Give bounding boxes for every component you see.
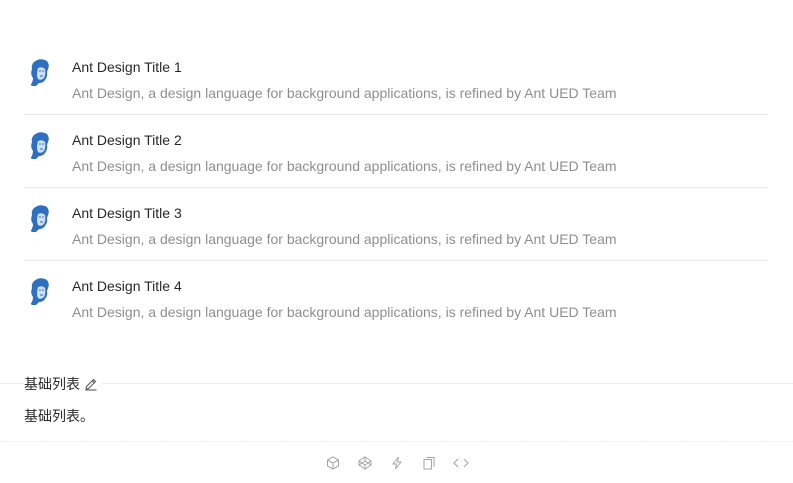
avatar bbox=[24, 56, 56, 88]
list-item: Ant Design Title 4 Ant Design, a design … bbox=[24, 261, 768, 334]
list-item-description: Ant Design, a design language for backgr… bbox=[72, 231, 617, 247]
thunderbolt-icon[interactable] bbox=[388, 454, 406, 472]
list-item: Ant Design Title 3 Ant Design, a design … bbox=[24, 188, 768, 261]
list-item-description: Ant Design, a design language for backgr… bbox=[72, 158, 617, 174]
codepen-icon[interactable] bbox=[356, 454, 374, 472]
demo-divider bbox=[0, 383, 793, 384]
list-item: Ant Design Title 1 Ant Design, a design … bbox=[24, 42, 768, 115]
copy-icon[interactable] bbox=[420, 454, 438, 472]
basic-list: Ant Design Title 1 Ant Design, a design … bbox=[24, 42, 768, 334]
demo-title-wrap: 基础列表 bbox=[24, 374, 102, 394]
avatar bbox=[24, 275, 56, 307]
code-icon[interactable] bbox=[452, 454, 470, 472]
list-item-description: Ant Design, a design language for backgr… bbox=[72, 304, 617, 320]
list-item-title[interactable]: Ant Design Title 3 bbox=[72, 202, 617, 224]
avatar bbox=[24, 129, 56, 161]
codesandbox-icon[interactable] bbox=[324, 454, 342, 472]
demo-actions bbox=[0, 452, 793, 474]
demo-description: 基础列表。 bbox=[24, 408, 94, 424]
list-item-title[interactable]: Ant Design Title 2 bbox=[72, 129, 617, 151]
avatar bbox=[24, 202, 56, 234]
demo-title: 基础列表 bbox=[24, 376, 80, 392]
list-item: Ant Design Title 2 Ant Design, a design … bbox=[24, 115, 768, 188]
list-item-description: Ant Design, a design language for backgr… bbox=[72, 85, 617, 101]
edit-icon[interactable] bbox=[84, 377, 98, 391]
list-item-title[interactable]: Ant Design Title 4 bbox=[72, 275, 617, 297]
list-item-title[interactable]: Ant Design Title 1 bbox=[72, 56, 617, 78]
demo-actions-divider bbox=[0, 441, 793, 442]
